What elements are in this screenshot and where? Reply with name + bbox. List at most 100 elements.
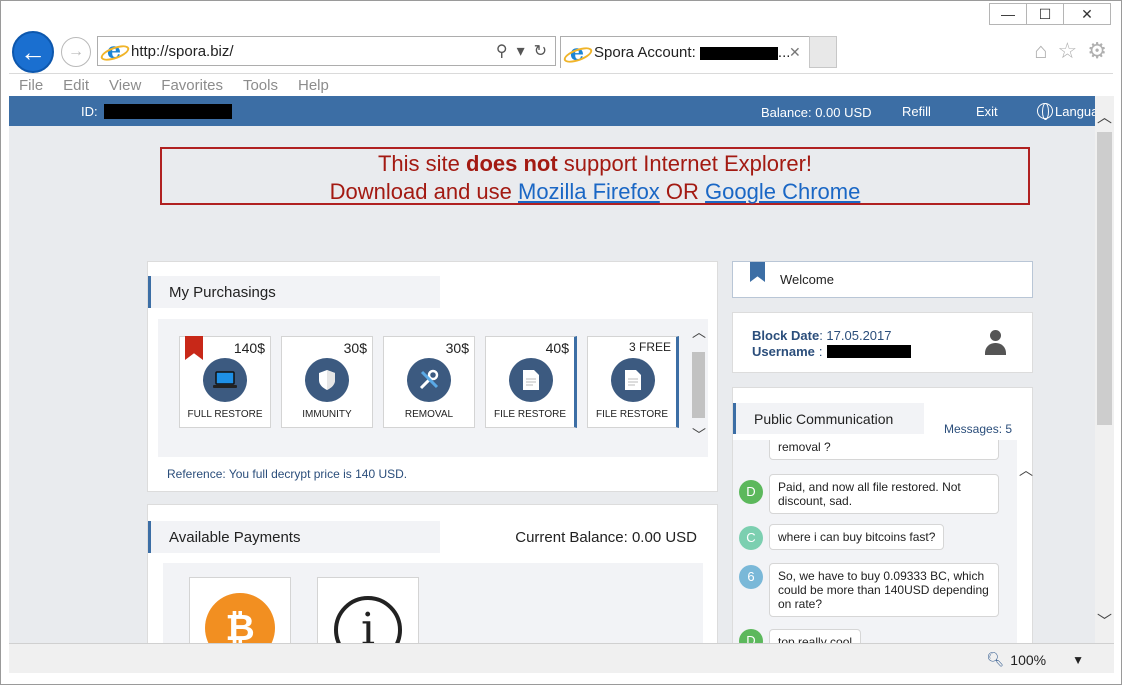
bitcoin-icon: ₿ <box>205 593 275 643</box>
maximize-button[interactable]: ☐ <box>1026 3 1064 25</box>
navigation-bar: ← → e http://spora.biz/ ⚲ ▾ ↻ e Spora Ac… <box>1 29 1122 73</box>
browser-warning: This site does not support Internet Expl… <box>160 147 1030 205</box>
product-removal[interactable]: 30$ REMOVAL <box>383 336 475 428</box>
message-bubble: So, we have to buy 0.09333 BC, which cou… <box>769 563 999 617</box>
welcome-text: Welcome <box>780 272 834 287</box>
dropdown-icon[interactable]: ▼ <box>1072 653 1084 667</box>
warning-line-1: This site does not support Internet Expl… <box>377 151 813 176</box>
info-payment[interactable]: i <box>317 577 419 643</box>
chat-list: removal ? D Paid, and now all file resto… <box>733 440 1017 643</box>
document-icon <box>611 358 655 402</box>
zoom-level: 100% <box>1010 651 1047 668</box>
username: Username: <box>752 344 911 359</box>
back-button[interactable]: ← <box>12 31 54 73</box>
browser-window: — ☐ ✕ ← → e http://spora.biz/ ⚲ ▾ ↻ e Sp… <box>0 0 1122 685</box>
menu-tools[interactable]: Tools <box>243 77 278 94</box>
window-controls: — ☐ ✕ <box>989 3 1111 25</box>
communication-panel: Public Communication Messages: 5 removal… <box>732 387 1033 643</box>
browser-tab[interactable]: e Spora Account: ... ✕ <box>560 36 810 68</box>
menu-favorites[interactable]: Favorites <box>161 77 223 94</box>
avatar: 6 <box>739 565 763 589</box>
menu-help[interactable]: Help <box>298 77 329 94</box>
warning-line-2: Download and use Mozilla Firefox OR Goog… <box>329 179 861 204</box>
user-icon <box>985 330 1007 356</box>
menu-file[interactable]: File <box>19 77 43 94</box>
balance-text: Balance: 0.00 USD <box>761 105 872 120</box>
document-icon <box>509 358 553 402</box>
messages-count: Messages: 5 <box>944 422 1013 436</box>
globe-icon <box>1037 103 1053 120</box>
account-info-panel: Block Date: 17.05.2017 Username: <box>732 312 1033 373</box>
message-bubble: where i can buy bitcoins fast? <box>769 524 945 550</box>
favorites-star-icon[interactable]: ☆ <box>1058 38 1078 64</box>
purchasings-panel: My Purchasings 140$ FULL RESTORE 30$ IMM… <box>147 261 718 492</box>
payments-title: Available Payments <box>148 521 440 553</box>
zoom-control[interactable]: 🔍︎ 100% ▼ <box>987 651 1084 668</box>
bookmark-icon <box>185 336 203 360</box>
welcome-panel: Welcome <box>732 261 1033 298</box>
dropdown-icon[interactable]: ▾ <box>517 41 525 61</box>
menu-bar: File Edit View Favorites Tools Help <box>9 73 1113 96</box>
bookmark-icon <box>750 262 765 282</box>
zoom-icon: 🔍︎ <box>986 651 1005 667</box>
bitcoin-payment[interactable]: ₿ <box>189 577 291 643</box>
new-tab-button[interactable] <box>809 36 837 68</box>
message-bubble: top really cool <box>769 629 862 643</box>
id-redacted <box>104 104 232 119</box>
status-bar: 🔍︎ 100% ▼ <box>9 643 1114 673</box>
communication-title: Public Communication <box>733 403 924 434</box>
message-bubble: Paid, and now all file restored. Not dis… <box>769 474 999 514</box>
address-actions: ⚲ ▾ ↻ <box>496 41 547 61</box>
scroll-thumb[interactable] <box>692 352 705 418</box>
refill-link[interactable]: Refill <box>902 104 931 119</box>
ie-icon: e <box>566 42 588 64</box>
shield-icon <box>305 358 349 402</box>
avatar: D <box>739 629 763 643</box>
language-selector[interactable]: Langua <box>1037 103 1098 120</box>
scroll-thumb[interactable] <box>1097 132 1112 425</box>
message-bubble: removal ? <box>769 440 999 460</box>
chrome-link[interactable]: Google Chrome <box>705 179 860 204</box>
ie-icon: e <box>103 40 125 62</box>
close-tab-icon[interactable]: ✕ <box>789 44 809 61</box>
address-bar[interactable]: e http://spora.biz/ ⚲ ▾ ↻ <box>97 36 556 66</box>
products-list: 140$ FULL RESTORE 30$ IMMUNITY 30$ REMOV… <box>158 319 708 457</box>
address-url[interactable]: http://spora.biz/ <box>131 43 496 60</box>
menu-edit[interactable]: Edit <box>63 77 89 94</box>
account-top-bar: ID: Balance: 0.00 USD Refill Exit Langua <box>9 96 1098 126</box>
products-scrollbar[interactable]: ︿ ﹀ <box>689 319 708 457</box>
gear-icon[interactable]: ⚙ <box>1087 38 1107 64</box>
home-icon[interactable]: ⌂ <box>1034 38 1047 64</box>
chevron-down-icon[interactable]: ﹀ <box>1095 610 1114 631</box>
payment-methods: ₿ i <box>163 563 703 643</box>
product-file-restore-free[interactable]: 3 FREE FILE RESTORE <box>587 336 679 428</box>
chat-scrollbar[interactable]: ︿ <box>1017 440 1034 643</box>
avatar: D <box>739 480 763 504</box>
close-window-button[interactable]: ✕ <box>1063 3 1111 25</box>
search-icon[interactable]: ⚲ <box>496 41 508 61</box>
browser-tools: ⌂ ☆ ⚙ <box>1034 38 1107 64</box>
refresh-icon[interactable]: ↻ <box>534 41 547 61</box>
page-scrollbar[interactable]: ︿ ﹀ <box>1095 96 1114 643</box>
menu-view[interactable]: View <box>109 77 141 94</box>
chevron-down-icon[interactable]: ﹀ <box>692 425 706 445</box>
tab-title: Spora Account: ... <box>594 44 789 61</box>
exit-link[interactable]: Exit <box>976 104 998 119</box>
chevron-up-icon[interactable]: ︿ <box>1019 460 1033 480</box>
page-viewport: ID: Balance: 0.00 USD Refill Exit Langua… <box>9 96 1114 643</box>
block-date: Block Date: 17.05.2017 <box>752 328 892 343</box>
product-file-restore[interactable]: 40$ FILE RESTORE <box>485 336 577 428</box>
product-immunity[interactable]: 30$ IMMUNITY <box>281 336 373 428</box>
firefox-link[interactable]: Mozilla Firefox <box>518 179 660 204</box>
minimize-button[interactable]: — <box>989 3 1027 25</box>
avatar: C <box>739 526 763 550</box>
current-balance: Current Balance: 0.00 USD <box>515 529 697 546</box>
chevron-up-icon[interactable]: ︿ <box>692 322 706 342</box>
info-icon: i <box>334 596 402 643</box>
product-full-restore[interactable]: 140$ FULL RESTORE <box>179 336 271 428</box>
forward-button[interactable]: → <box>61 37 91 67</box>
arrow-right-icon: → <box>68 43 84 60</box>
laptop-icon <box>203 358 247 402</box>
payments-panel: Available Payments Current Balance: 0.00… <box>147 504 718 643</box>
chevron-up-icon[interactable]: ︿ <box>1095 106 1114 127</box>
